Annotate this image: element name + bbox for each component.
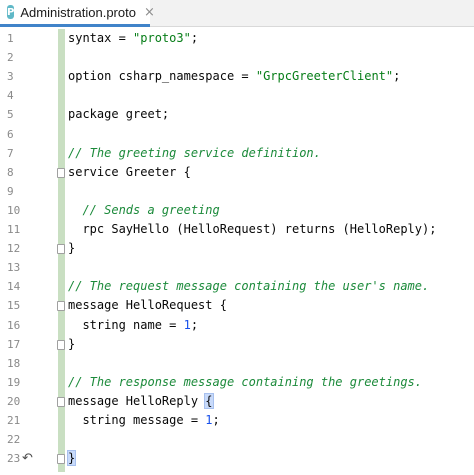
- code-line[interactable]: 17}: [0, 335, 474, 354]
- code-token: }: [68, 241, 76, 256]
- code-token: ;: [190, 317, 199, 332]
- code-text: message HelloRequest {: [68, 296, 227, 315]
- code-token: ;: [190, 31, 199, 45]
- code-line[interactable]: 7 // The greeting service definition.: [0, 144, 474, 163]
- code-line[interactable]: 11 rpc SayHello (HelloRequest) returns (…: [0, 220, 474, 239]
- code-number: 1: [183, 317, 191, 332]
- line-number: 19: [7, 375, 21, 389]
- code-line[interactable]: 3 option csharp_namespace = "GrpcGreeterC…: [0, 67, 474, 86]
- fold-toggle-icon[interactable]: [57, 339, 65, 350]
- code-line[interactable]: 12}: [0, 239, 474, 258]
- code-line[interactable]: 18: [0, 354, 474, 373]
- line-number: 13: [7, 261, 21, 275]
- line-number: 21: [7, 414, 21, 427]
- code-token: option csharp_namespace =: [68, 69, 256, 84]
- code-comment: // The response message containing the g…: [68, 374, 423, 389]
- line-number: 20: [7, 394, 21, 408]
- code-line[interactable]: 23} ↶: [0, 449, 474, 468]
- code-line[interactable]: 13: [0, 258, 474, 277]
- undo-icon[interactable]: ↶: [22, 449, 33, 468]
- code-line[interactable]: 8 service Greeter {: [0, 163, 474, 182]
- line-number: 4: [7, 89, 14, 103]
- code-string: "proto3": [133, 31, 191, 45]
- line-number: 10: [7, 203, 21, 217]
- code-line[interactable]: 9: [0, 182, 474, 201]
- code-token: }: [68, 336, 76, 351]
- code-text: }: [68, 239, 75, 258]
- code-line[interactable]: 14 // The request message containing the …: [0, 277, 474, 296]
- close-icon[interactable]: ×: [144, 6, 155, 19]
- fold-toggle-icon[interactable]: [57, 454, 65, 465]
- code-text: // The response message containing the g…: [68, 373, 422, 392]
- tab-administration-proto[interactable]: P Administration.proto ×: [0, 0, 155, 27]
- code-line[interactable]: 16 string name = 1;: [0, 316, 474, 335]
- code-text: string name = 1;: [68, 316, 198, 335]
- code-text: option csharp_namespace = "GrpcGreeterCl…: [68, 67, 400, 86]
- code-line[interactable]: 5 package greet;: [0, 105, 474, 124]
- line-number: 6: [7, 127, 14, 141]
- code-text: rpc SayHello (HelloRequest) returns (Hel…: [68, 220, 436, 239]
- code-text: // The greeting service definition.: [68, 144, 321, 163]
- code-token: rpc SayHello (HelloRequest) returns (Hel…: [68, 222, 437, 236]
- code-number: 1: [205, 413, 213, 427]
- line-number: 15: [7, 299, 21, 313]
- code-comment: // The request message containing the us…: [68, 279, 430, 294]
- line-number: 17: [7, 337, 21, 351]
- code-editor[interactable]: 1 syntax = "proto3"; 2 3 option csharp_names…: [0, 27, 474, 475]
- code-text: syntax = "proto3";: [68, 29, 198, 48]
- fold-toggle-icon[interactable]: [57, 244, 65, 255]
- code-text: // Sends a greeting: [68, 201, 220, 220]
- line-number: 7: [7, 146, 14, 160]
- code-line[interactable]: 10 // Sends a greeting: [0, 201, 474, 220]
- matched-brace: }: [66, 450, 77, 467]
- code-line[interactable]: 22: [0, 430, 474, 449]
- line-number: 5: [7, 108, 14, 122]
- code-line[interactable]: 1 syntax = "proto3";: [0, 29, 474, 48]
- code-line[interactable]: 6: [0, 125, 474, 144]
- line-number: 14: [7, 280, 21, 294]
- code-line[interactable]: 21 string message = 1;: [0, 411, 474, 430]
- code-token: service Greeter {: [68, 164, 191, 179]
- code-line[interactable]: 20 message HelloReply {: [0, 392, 474, 411]
- code-token: ;: [393, 69, 401, 84]
- code-text: string message = 1;: [68, 411, 220, 430]
- code-comment: // The greeting service definition.: [68, 145, 321, 160]
- line-number: 11: [7, 223, 21, 236]
- line-number: 9: [7, 184, 14, 198]
- proto-file-icon: P: [7, 5, 15, 19]
- code-string: "GrpcGreeterClient": [255, 69, 394, 84]
- code-token: message HelloReply: [68, 393, 206, 408]
- line-number: 22: [7, 433, 21, 447]
- code-token: syntax =: [68, 31, 134, 45]
- line-number: 8: [7, 165, 14, 179]
- fold-toggle-icon[interactable]: [57, 301, 65, 312]
- code-text: message HelloReply {: [68, 392, 214, 411]
- code-line[interactable]: 2: [0, 48, 474, 67]
- code-line[interactable]: 4: [0, 86, 474, 105]
- code-token: package greet;: [68, 107, 170, 122]
- fold-toggle-icon[interactable]: [57, 167, 65, 178]
- code-text: }: [66, 449, 77, 468]
- tab-title: Administration.proto: [20, 4, 136, 20]
- line-number: 2: [7, 51, 14, 65]
- code-token: string message =: [68, 413, 206, 427]
- code-text: }: [68, 335, 75, 354]
- code-line[interactable]: 15 message HelloRequest {: [0, 296, 474, 315]
- code-token: message HelloRequest {: [68, 298, 227, 313]
- code-token: string name =: [68, 317, 184, 332]
- line-number: 16: [7, 318, 21, 332]
- line-number: 18: [7, 356, 21, 370]
- line-number: 1: [7, 32, 14, 45]
- line-number: 12: [7, 242, 21, 256]
- code-line[interactable]: 19 // The response message containing the…: [0, 373, 474, 392]
- code-text: service Greeter {: [68, 163, 191, 182]
- editor-tab-bar: P Administration.proto ×: [0, 0, 474, 27]
- code-token: ;: [212, 413, 220, 427]
- matched-brace: {: [204, 392, 214, 409]
- code-text: // The request message containing the us…: [68, 277, 429, 296]
- code-comment: // Sends a greeting: [68, 202, 220, 217]
- code-text: package greet;: [68, 105, 169, 124]
- line-number: 3: [7, 70, 14, 84]
- fold-toggle-icon[interactable]: [57, 396, 65, 407]
